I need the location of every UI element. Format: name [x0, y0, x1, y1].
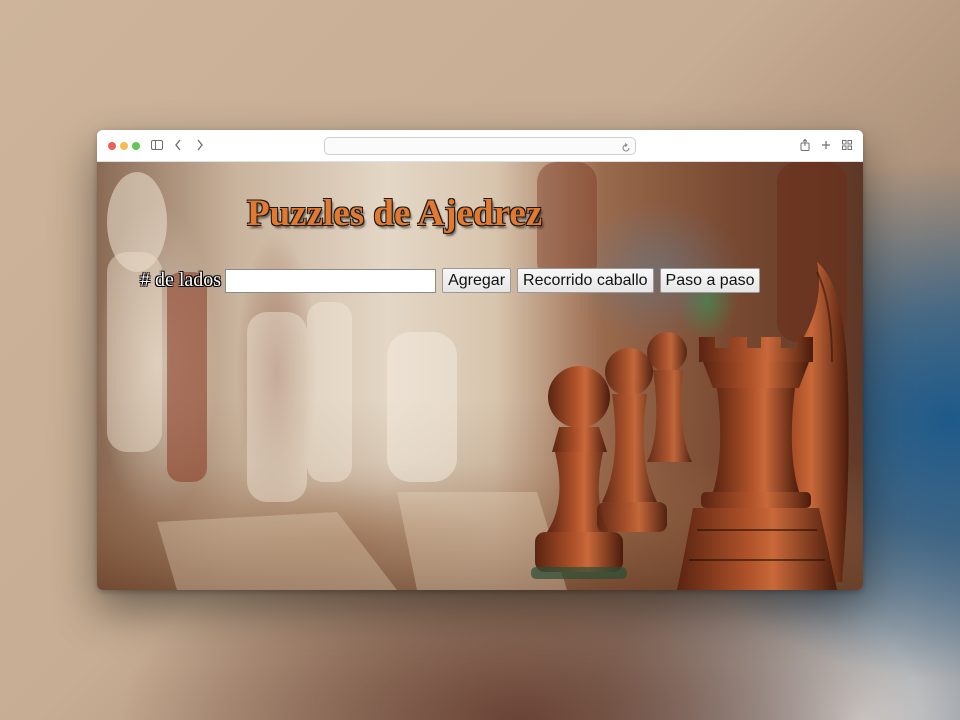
browser-window: Puzzles de Ajedrez # de lados Agregar Re…: [97, 130, 863, 590]
add-button[interactable]: Agregar: [442, 268, 512, 293]
sidebar-icon[interactable]: [149, 137, 165, 153]
reload-icon[interactable]: [621, 140, 631, 158]
controls-row: # de lados Agregar Recorrido caballo Pas…: [140, 268, 761, 293]
page-title: Puzzles de Ajedrez: [247, 193, 543, 234]
knight-tour-button[interactable]: Recorrido caballo: [517, 268, 654, 293]
minimize-window-button[interactable]: [120, 142, 128, 150]
close-window-button[interactable]: [108, 142, 116, 150]
new-tab-icon[interactable]: [818, 137, 834, 153]
page-content: Puzzles de Ajedrez # de lados Agregar Re…: [97, 162, 863, 590]
back-icon[interactable]: [170, 137, 186, 153]
forward-icon[interactable]: [192, 137, 208, 153]
sides-label: # de lados: [140, 269, 222, 291]
tabs-overview-icon[interactable]: [839, 137, 855, 153]
step-by-step-button[interactable]: Paso a paso: [659, 268, 761, 293]
address-bar[interactable]: [324, 137, 636, 155]
zoom-window-button[interactable]: [132, 142, 140, 150]
browser-toolbar: [97, 130, 863, 162]
share-icon[interactable]: [797, 137, 813, 153]
sides-input[interactable]: [225, 268, 437, 293]
